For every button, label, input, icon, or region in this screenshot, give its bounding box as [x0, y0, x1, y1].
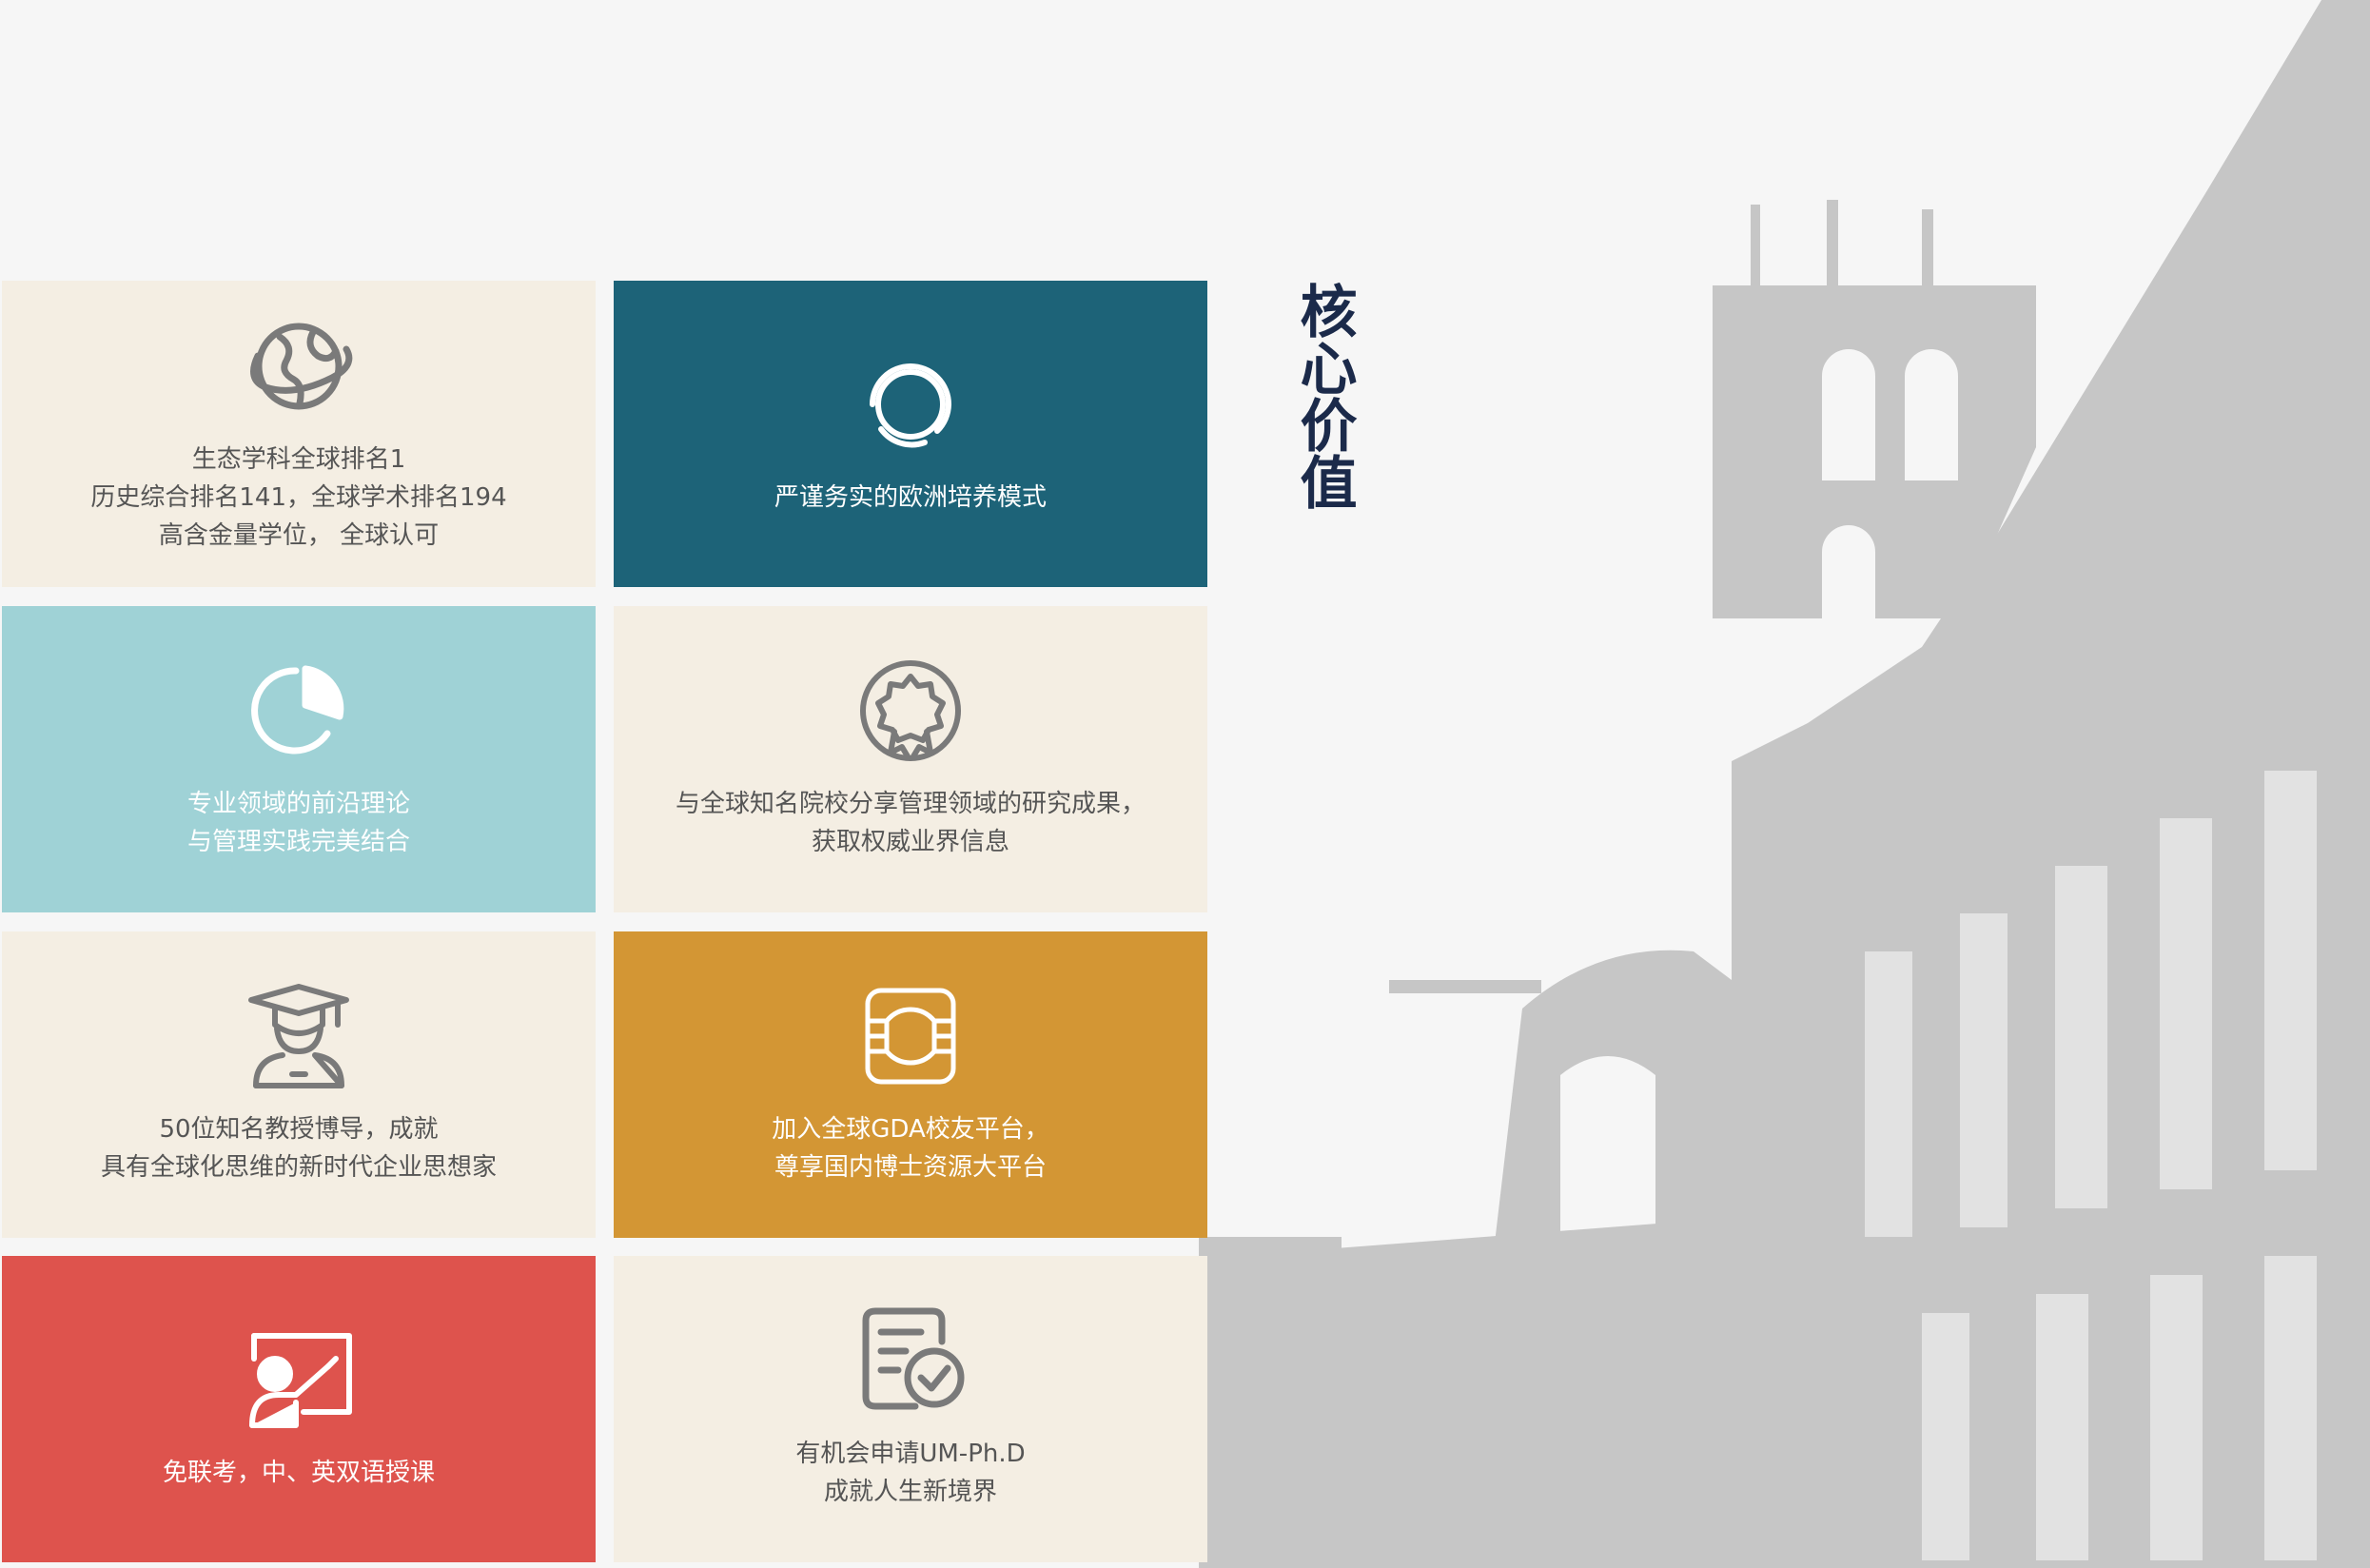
globe-icon [237, 313, 361, 420]
value-tile-phd: 有机会申请UM-Ph.D 成就人生新境界 [614, 1256, 1207, 1562]
document-check-icon [849, 1307, 972, 1414]
value-tile-rankings: 生态学科全球排名1 历史综合排名141，全球学术排名194 高含金量学位， 全球… [2, 281, 596, 587]
page-title: 核心价值 [1290, 282, 1357, 510]
tile-text-line: 尊享国内博士资源大平台 [774, 1153, 1047, 1182]
value-tile-bilingual: 免联考，中、英双语授课 [2, 1256, 596, 1562]
tile-text-line: 50位知名教授博导，成就 [159, 1115, 439, 1144]
tile-text-line: 具有全球化思维的新时代企业思想家 [100, 1153, 497, 1182]
value-tile-theory-practice: 专业领域的前沿理论 与管理实践完美结合 [2, 606, 596, 912]
tile-text-line: 有机会申请UM-Ph.D [795, 1440, 1026, 1468]
value-tile-research-sharing: 与全球知名院校分享管理领域的研究成果， 获取权威业界信息 [614, 606, 1207, 912]
tile-text-line: 与全球知名院校分享管理领域的研究成果， [675, 790, 1146, 818]
value-tile-alumni-platform: 加入全球GDA校友平台， 尊享国内博士资源大平台 [614, 931, 1207, 1238]
tile-text-line: 高含金量学位， 全球认可 [158, 521, 440, 550]
tile-text-line: 严谨务实的欧洲培养模式 [774, 483, 1047, 512]
tile-text-line: 生态学科全球排名1 [191, 445, 406, 474]
tile-text-line: 历史综合排名141，全球学术排名194 [90, 483, 507, 512]
building-illustration [1199, 0, 2370, 1568]
value-tile-professors: 50位知名教授博导，成就 具有全球化思维的新时代企业思想家 [2, 931, 596, 1238]
award-badge-icon [849, 657, 972, 764]
tile-text-line: 免联考，中、英双语授课 [162, 1459, 435, 1487]
teacher-board-icon [237, 1326, 361, 1433]
ring-icon [849, 351, 972, 458]
tile-text-line: 获取权威业界信息 [811, 828, 1009, 856]
network-frame-icon [849, 983, 972, 1089]
tile-text-line: 与管理实践完美结合 [186, 828, 410, 856]
pie-chart-icon [237, 657, 361, 764]
tile-text-line: 专业领域的前沿理论 [186, 790, 410, 818]
tile-text-line: 加入全球GDA校友平台， [772, 1115, 1049, 1144]
tile-text-line: 成就人生新境界 [823, 1478, 997, 1506]
value-tile-european-model: 严谨务实的欧洲培养模式 [614, 281, 1207, 587]
graduate-icon [237, 983, 361, 1089]
